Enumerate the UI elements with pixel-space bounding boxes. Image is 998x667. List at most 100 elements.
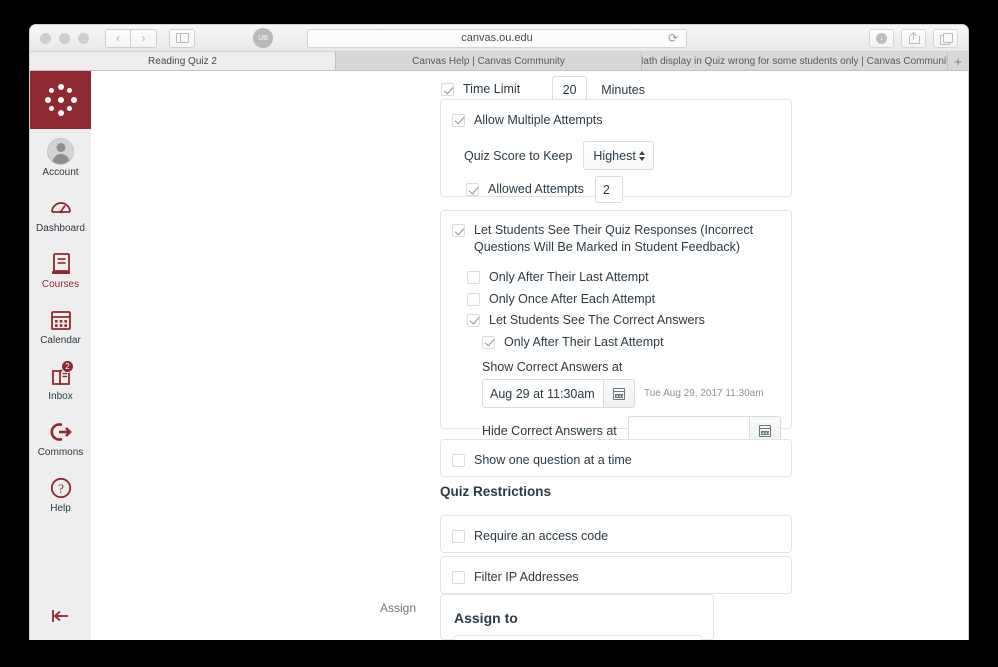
help-icon: ? [47,474,74,501]
sidebar-toggle-button[interactable] [169,28,195,48]
reload-icon[interactable]: ⟳ [668,31,678,45]
window-controls [40,32,89,44]
screen-background [0,640,998,667]
sidebar-item-help[interactable]: ? Help [30,465,91,521]
inbox-badge: 2 [61,360,74,373]
see-responses-label: Let Students See Their Quiz Responses (I… [474,223,754,254]
maximize-window-button[interactable] [78,32,89,44]
allowed-attempts-input[interactable]: 2 [594,176,623,203]
only-once-each-attempt-checkbox[interactable] [467,292,480,306]
downloads-icon: ↓ [876,32,887,44]
browser-tab-3[interactable]: Math display in Quiz wrong for some stud… [642,52,948,70]
show-correct-answers-input[interactable]: Aug 29 at 11:30am [482,379,604,408]
assign-to-title: Assign to [454,610,518,626]
extension-button[interactable]: UB [253,28,273,48]
allowed-attempts-label: Allowed Attempts [488,182,584,197]
sidebar-item-account[interactable]: Account [30,129,91,185]
assign-panel: Assign to [440,594,714,640]
quiz-score-to-keep-row: Quiz Score to Keep Highest [464,141,655,170]
calendar-picker-icon [613,387,625,400]
sidebar-item-label: Commons [37,447,84,458]
calendar-picker-icon [758,424,771,437]
see-correct-answers-row: Let Students See The Correct Answers [467,312,705,329]
sidebar-item-label: Courses [41,279,80,290]
quiz-settings-form: Time Limit 20 Minutes Allow Multiple Att… [91,71,968,640]
only-once-each-attempt-row: Only Once After Each Attempt [467,291,655,308]
quiz-score-to-keep-label: Quiz Score to Keep [464,148,573,163]
sidebar-item-label: Calendar [40,335,81,346]
avatar-icon [47,138,74,165]
only-after-last-attempt-label: Only After Their Last Attempt [489,270,649,284]
allow-multiple-attempts-checkbox[interactable] [452,113,465,127]
hide-correct-answers-label: Hide Correct Answers at [482,423,617,438]
one-question-row: Show one question at a time [452,452,632,469]
quiz-restrictions-heading: Quiz Restrictions [440,484,552,499]
filter-ip-panel: Filter IP Addresses [440,556,792,594]
calendar-icon [47,306,74,333]
inbox-icon: 2 [47,360,74,389]
access-code-label: Require an access code [474,529,609,543]
quiz-score-to-keep-value: Highest [593,148,636,163]
show-correct-answers-at-label: Show Correct Answers at [482,360,623,374]
sidebar-item-label: Help [50,503,71,514]
access-code-checkbox[interactable] [452,529,465,543]
filter-ip-label: Filter IP Addresses [474,570,579,584]
allowed-attempts-checkbox[interactable] [466,183,479,196]
share-button[interactable] [901,28,926,48]
browser-tab-1[interactable]: Reading Quiz 2 [30,52,336,70]
filter-ip-checkbox[interactable] [452,570,465,584]
only-after-last-attempt-checkbox[interactable] [467,270,480,284]
commons-icon [47,418,74,445]
collapse-nav-button[interactable] [30,608,91,624]
one-question-checkbox[interactable] [452,453,465,467]
browser-toolbar: ‹ › UB canvas.ou.edu ⟳ ↓ [30,25,968,52]
nested-only-after-last-attempt-checkbox[interactable] [482,335,495,349]
sidebar-item-courses[interactable]: Courses [30,241,91,297]
forward-button[interactable]: › [131,28,157,48]
minimize-window-button[interactable] [59,32,70,44]
allow-multiple-attempts-row: Allow Multiple Attempts [452,112,603,129]
filter-ip-row: Filter IP Addresses [452,569,579,586]
time-limit-label: Time Limit [463,82,521,97]
chevron-left-icon: ‹ [116,31,120,45]
access-code-panel: Require an access code [440,515,792,553]
browser-window: ‹ › UB canvas.ou.edu ⟳ ↓ Reading Quiz 2 … [30,25,968,640]
sidebar-item-commons[interactable]: Commons [30,409,91,465]
show-correct-answers-helper-text: Tue Aug 29, 2017 11:30am [644,388,764,399]
sidebar-item-inbox[interactable]: 2 Inbox [30,353,91,409]
navigation-buttons: ‹ › [105,28,195,48]
time-limit-checkbox[interactable] [441,83,454,96]
see-responses-checkbox[interactable] [452,224,465,237]
see-responses-row: Let Students See Their Quiz Responses (I… [452,222,772,256]
back-button[interactable]: ‹ [105,28,131,48]
only-after-last-attempt-row: Only After Their Last Attempt [467,269,649,286]
close-window-button[interactable] [40,32,51,44]
show-correct-answers-calendar-button[interactable] [604,379,635,408]
access-code-row: Require an access code [452,528,608,545]
toolbar-right-buttons: ↓ [869,28,958,48]
browser-tab-2[interactable]: Canvas Help | Canvas Community [336,52,642,70]
canvas-logo[interactable] [30,71,91,129]
url-text: canvas.ou.edu [461,32,533,44]
nested-only-after-last-attempt-label: Only After Their Last Attempt [504,335,664,349]
tabs-overview-button[interactable] [933,28,958,48]
nested-only-after-last-attempt-row: Only After Their Last Attempt [482,334,664,351]
address-bar[interactable]: canvas.ou.edu ⟳ [307,28,687,48]
one-question-label: Show one question at a time [474,453,632,467]
multiple-attempts-panel: Allow Multiple Attempts Quiz Score to Ke… [440,99,792,203]
sidebar-item-calendar[interactable]: Calendar [30,297,91,353]
sidebar-item-dashboard[interactable]: Dashboard [30,185,91,241]
dashboard-icon [47,194,74,221]
share-icon [909,31,920,44]
assign-side-label: Assign [380,601,417,615]
new-tab-button[interactable]: + [948,52,968,70]
tabs-overview-icon [940,33,953,45]
quiz-score-to-keep-select[interactable]: Highest [583,141,655,170]
chevron-right-icon: › [141,31,146,45]
see-correct-answers-label: Let Students See The Correct Answers [489,313,705,327]
collapse-nav-icon [51,610,68,622]
downloads-button[interactable]: ↓ [869,28,894,48]
svg-text:?: ? [58,481,64,496]
see-correct-answers-checkbox[interactable] [467,313,480,327]
page-viewport: Account Dashboard Courses Calendar 2 Inb… [30,71,968,640]
